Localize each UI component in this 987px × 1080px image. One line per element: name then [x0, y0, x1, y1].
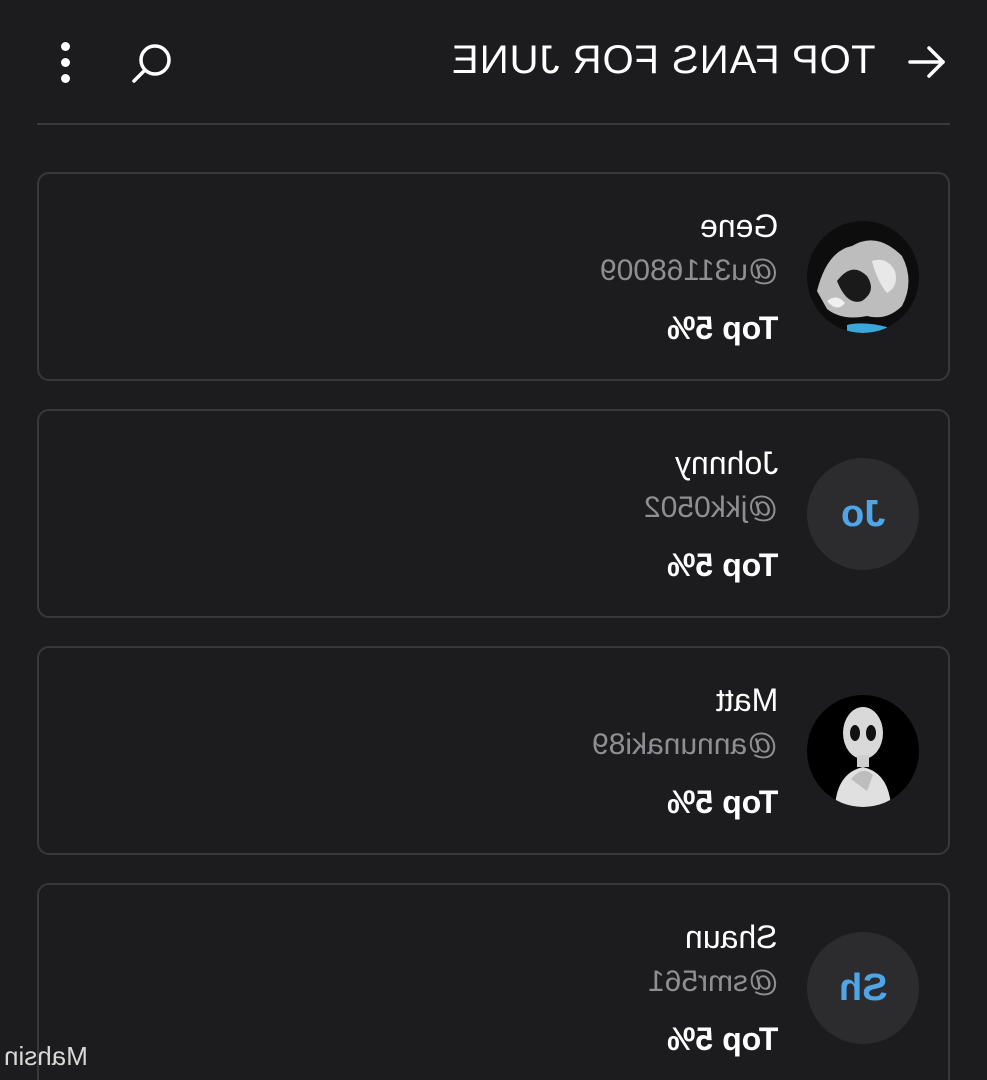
fan-handle: @annunaki89 [592, 728, 778, 761]
avatar: Jo [807, 458, 919, 570]
fan-card[interactable]: Jo Johnny @jkk0502 Top 5% [37, 409, 950, 618]
search-button[interactable] [128, 40, 176, 88]
fan-card[interactable]: Matt @annunaki89 Top 5% [37, 646, 950, 855]
fan-rank: Top 5% [666, 547, 778, 583]
avatar-initials: Jo [840, 492, 886, 535]
fan-handle: @u31168009 [599, 254, 778, 287]
avatar-photo [807, 695, 919, 807]
fan-card[interactable]: Sh Shaun @smr561 Top 5% [37, 883, 950, 1080]
more-dot [60, 57, 70, 67]
top-fans-screen: TOP FANS FOR JUNE Gene @u31168009 Top 5%… [0, 0, 987, 1080]
fan-rank: Top 5% [666, 310, 778, 346]
arrow-right-icon [908, 46, 945, 78]
header-divider [37, 123, 950, 125]
header: TOP FANS FOR JUNE [0, 0, 987, 124]
fan-rank: Top 5% [666, 784, 778, 820]
page-title: TOP FANS FOR JUNE [450, 38, 875, 82]
back-button[interactable] [905, 40, 949, 84]
avatar [807, 221, 919, 333]
avatar-photo [807, 221, 919, 333]
more-options-button[interactable] [50, 40, 80, 84]
watermark: Mahsin [4, 1041, 88, 1071]
fan-rank: Top 5% [666, 1021, 778, 1057]
fan-name: Shaun [685, 919, 778, 955]
more-vertical-icon [60, 41, 70, 51]
fan-name: Gene [699, 208, 778, 244]
avatar [807, 695, 919, 807]
search-icon [132, 44, 171, 83]
fan-name: Johnny [674, 445, 778, 481]
avatar: Sh [807, 932, 919, 1044]
fans-list: Gene @u31168009 Top 5% Jo Johnny @jkk050… [37, 172, 950, 1080]
fan-name: Matt [715, 682, 778, 718]
fan-handle: @jkk0502 [644, 491, 778, 524]
more-dot [60, 73, 70, 83]
fan-handle: @smr561 [647, 965, 779, 998]
avatar-initials: Sh [838, 966, 888, 1009]
fan-card[interactable]: Gene @u31168009 Top 5% [37, 172, 950, 381]
